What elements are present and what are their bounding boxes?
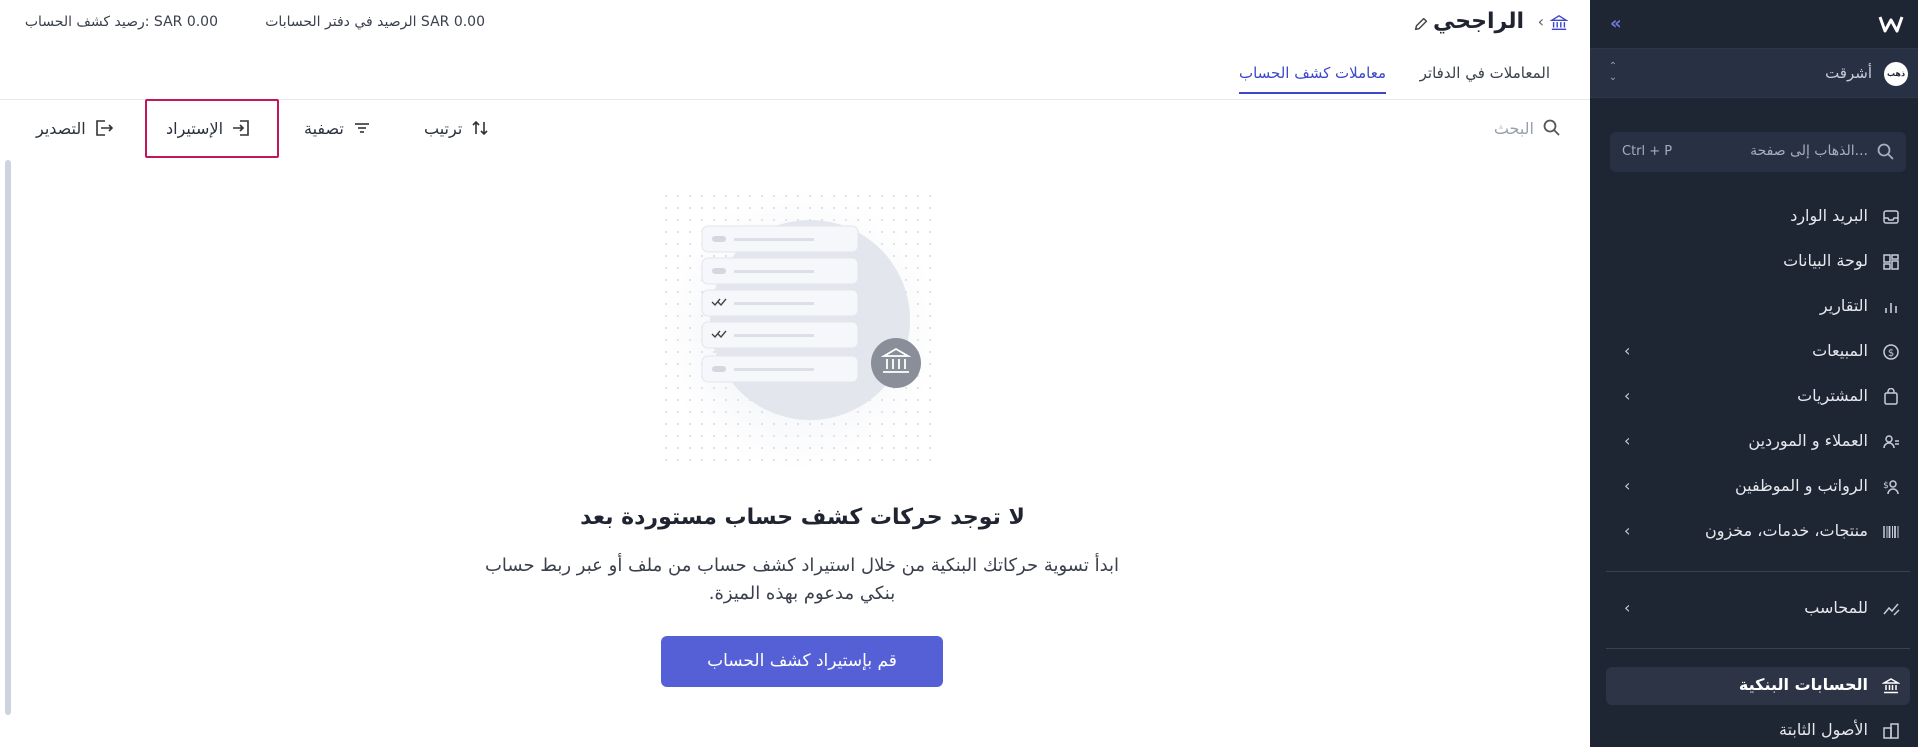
sidebar-item-label: البريد الوارد: [1790, 206, 1868, 225]
org-avatar: ذهب: [1884, 62, 1908, 86]
accountant-icon: [1882, 600, 1900, 618]
sidebar-item-inbox[interactable]: البريد الوارد: [1606, 198, 1910, 236]
filter-label: تصفية: [304, 118, 344, 138]
shortcut-hint: Ctrl + P: [1622, 144, 1673, 159]
import-statement-button[interactable]: قم بإستيراد كشف الحساب: [661, 636, 943, 687]
sidebar-item-label: للمحاسب: [1804, 598, 1868, 617]
payroll-icon: $: [1882, 478, 1900, 496]
export-button[interactable]: التصدير: [36, 112, 114, 144]
import-highlight-box: [145, 99, 279, 158]
filter-lines-icon: [354, 123, 369, 133]
sidebar: « ذهب أشرقت ⌃ ⌄ الذهاب إلى صفحة... Ctrl +…: [1590, 0, 1918, 747]
sidebar-item-inventory[interactable]: منتجات، خدمات، مخزون ‹: [1606, 513, 1910, 551]
org-name: أشرقت: [1825, 64, 1872, 82]
chevron-up-down-icon: ⌃ ⌄: [1608, 61, 1618, 83]
sidebar-item-label: العملاء و الموردين: [1748, 431, 1868, 450]
export-label: التصدير: [36, 118, 86, 138]
chevron-left-icon: ‹: [1537, 12, 1544, 31]
reports-icon: [1882, 298, 1900, 316]
scrollbar[interactable]: [5, 160, 11, 715]
empty-state-description: ابدأ تسوية حركاتك البنكية من خلال استيرا…: [484, 555, 1120, 604]
sidebar-item-label: المبيعات: [1812, 341, 1868, 360]
sidebar-item-fixed-assets[interactable]: الأصول الثابتة: [1606, 712, 1910, 747]
chevron-left-icon: ‹: [1624, 431, 1631, 450]
sidebar-item-label: منتجات، خدمات، مخزون: [1705, 521, 1868, 540]
org-switcher[interactable]: ذهب أشرقت ⌃ ⌄: [1590, 48, 1918, 98]
sidebar-divider: [1606, 571, 1910, 572]
purchases-icon: [1882, 387, 1900, 406]
sidebar-top: «: [1590, 0, 1918, 48]
app-logo-icon[interactable]: [1878, 12, 1904, 36]
sidebar-item-reports[interactable]: التقارير: [1606, 288, 1910, 326]
chevron-left-icon: ‹: [1624, 476, 1631, 495]
main-content: ‹ الراجحي الرصيد في دفتر الحسابات SAR 0.…: [0, 0, 1590, 747]
export-icon: [95, 120, 113, 136]
dashboard-icon: [1882, 253, 1900, 271]
search-icon: [1542, 118, 1562, 138]
sidebar-item-label: الأصول الثابتة: [1778, 720, 1868, 739]
edit-pencil-icon[interactable]: [1412, 15, 1430, 33]
sort-button[interactable]: ترتيب: [424, 112, 490, 144]
collapse-sidebar-icon[interactable]: «: [1610, 14, 1632, 34]
sidebar-divider: [1606, 648, 1910, 649]
sidebar-item-label: المشتريات: [1797, 386, 1868, 405]
chevron-left-icon: ‹: [1624, 598, 1631, 617]
svg-text:$: $: [1888, 348, 1894, 359]
empty-state-illustration: [640, 170, 960, 480]
sidebar-item-dashboard[interactable]: لوحة البيانات: [1606, 243, 1910, 281]
filter-button[interactable]: تصفية: [304, 112, 372, 144]
sidebar-item-sales[interactable]: $ المبيعات ‹: [1606, 333, 1910, 371]
sort-arrows-icon: [472, 120, 488, 136]
sort-label: ترتيب: [424, 118, 463, 138]
svg-text:$: $: [1883, 481, 1889, 491]
empty-state-title: لا توجد حركات كشف حساب مستوردة بعد: [580, 505, 1025, 530]
bank-icon: [1881, 677, 1901, 695]
sidebar-item-payroll[interactable]: $ الرواتب و الموظفين ‹: [1606, 468, 1910, 506]
sidebar-item-accountant[interactable]: للمحاسب ‹: [1606, 590, 1910, 628]
chevron-left-icon: ‹: [1624, 521, 1631, 540]
page-title: الراجحي: [1433, 9, 1524, 34]
ledger-balance: الرصيد في دفتر الحسابات SAR 0.00: [265, 14, 485, 30]
building-icon: [1882, 722, 1900, 740]
sidebar-item-label: التقارير: [1819, 296, 1868, 315]
sidebar-item-contacts[interactable]: العملاء و الموردين ‹: [1606, 423, 1910, 461]
goto-page-placeholder: الذهاب إلى صفحة...: [1750, 143, 1868, 159]
chevron-left-icon: ‹: [1624, 386, 1631, 405]
search-input[interactable]: [1334, 114, 1534, 142]
page-header: ‹ الراجحي الرصيد في دفتر الحسابات SAR 0.…: [0, 0, 1590, 48]
sidebar-item-purchases[interactable]: المشتريات ‹: [1606, 378, 1910, 416]
sidebar-item-label: الحسابات البنكية: [1738, 675, 1868, 694]
goto-page-search[interactable]: الذهاب إلى صفحة... Ctrl + P: [1610, 132, 1906, 172]
inbox-icon: [1882, 208, 1900, 226]
contacts-icon: [1882, 433, 1900, 451]
search-icon: [1876, 142, 1896, 162]
bank-breadcrumb-icon[interactable]: [1549, 14, 1569, 32]
tab-ledger-transactions[interactable]: المعاملات في الدفاتر: [1420, 64, 1550, 92]
tab-statement-transactions[interactable]: معاملات كشف الحساب: [1238, 64, 1386, 94]
sales-icon: $: [1882, 343, 1900, 361]
chevron-left-icon: ‹: [1624, 341, 1631, 360]
sidebar-item-bank-accounts[interactable]: الحسابات البنكية: [1606, 667, 1910, 705]
tab-bar: المعاملات في الدفاتر معاملات كشف الحساب: [0, 58, 1590, 100]
statement-balance: رصيد كشف الحساب: SAR 0.00: [24, 14, 218, 30]
sidebar-item-label: الرواتب و الموظفين: [1734, 476, 1868, 495]
barcode-icon: [1882, 523, 1900, 541]
sidebar-item-label: لوحة البيانات: [1783, 251, 1868, 270]
